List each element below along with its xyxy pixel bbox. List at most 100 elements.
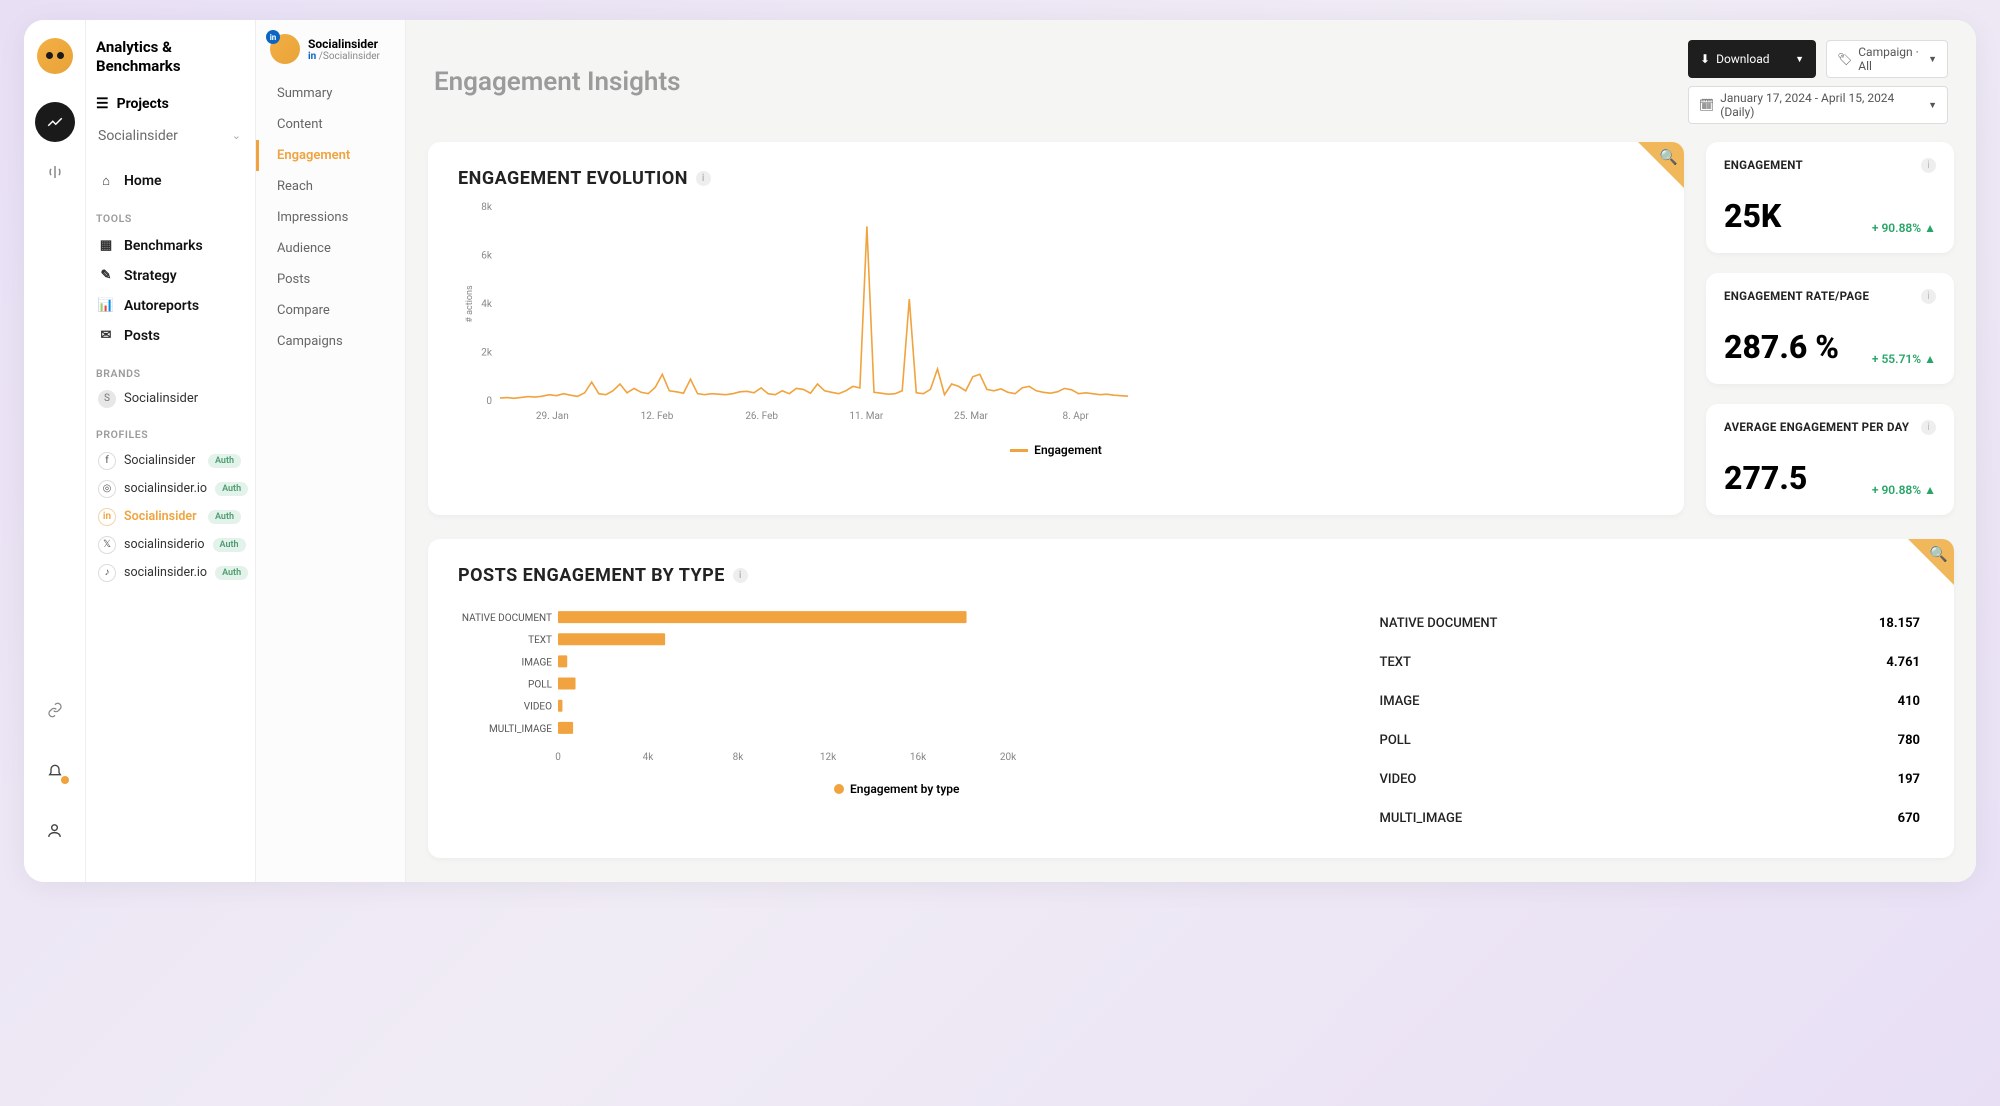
legend-label: Engagement by type (850, 782, 959, 796)
type-value: 670 (1898, 811, 1920, 826)
profile-item[interactable]: ◎socialinsider.ioAuth (96, 475, 243, 503)
nav-strategy-label: Strategy (124, 268, 177, 284)
campaign-label: Campaign · All (1858, 45, 1920, 73)
link-rail-icon[interactable] (37, 692, 73, 728)
secondary-sidebar: in Socialinsider in /Socialinsider Summa… (256, 20, 406, 882)
nav-posts[interactable]: ✉Posts (96, 321, 243, 351)
nav-posts-label: Posts (124, 328, 160, 344)
info-icon[interactable]: i (1921, 289, 1936, 304)
line-chart-legend: Engagement (458, 443, 1654, 457)
svg-text:POLL: POLL (528, 680, 553, 691)
listening-rail-icon[interactable] (35, 152, 75, 192)
analytics-rail-icon[interactable] (35, 102, 75, 142)
info-icon[interactable]: i (1921, 158, 1936, 173)
kpi-delta: + 90.88% ▲ (1872, 483, 1936, 497)
subnav-item-summary[interactable]: Summary (256, 78, 405, 109)
kpi-label: ENGAGEMENT (1724, 158, 1803, 172)
bar-chart: NATIVE DOCUMENTTEXTIMAGEPOLLVIDEOMULTI_I… (458, 600, 1336, 838)
subnav-item-posts[interactable]: Posts (256, 264, 405, 295)
projects-label: Projects (117, 96, 169, 112)
svg-text:8k: 8k (481, 202, 493, 213)
chevron-down-icon: ▼ (1795, 54, 1804, 65)
auth-badge: Auth (213, 538, 246, 552)
nav-strategy[interactable]: ✎Strategy (96, 261, 243, 291)
type-name: POLL (1380, 733, 1411, 748)
chevron-down-icon: ▼ (1928, 100, 1937, 111)
brands-section-label: BRANDS (96, 367, 243, 380)
chevron-down-icon: ▼ (1928, 54, 1937, 65)
brand-item[interactable]: S Socialinsider (96, 386, 243, 412)
auth-badge: Auth (208, 454, 241, 468)
daterange-picker[interactable]: 🗓January 17, 2024 - April 15, 2024 (Dail… (1688, 86, 1948, 124)
download-icon: ⬇ (1700, 52, 1710, 66)
posts-by-type-card: 🔍 POSTS ENGAGEMENT BY TYPE i NATIVE DOCU… (428, 539, 1954, 858)
primary-sidebar: Analytics & Benchmarks ☰ Projects Social… (86, 20, 256, 882)
profile-handle: in /Socialinsider (308, 51, 380, 62)
subnav-item-audience[interactable]: Audience (256, 233, 405, 264)
svg-text:8k: 8k (733, 752, 745, 763)
subnav-item-content[interactable]: Content (256, 109, 405, 140)
nav-home[interactable]: ⌂Home (96, 166, 243, 196)
type-row: MULTI_IMAGE670 (1376, 799, 1924, 838)
card-corner: 🔍 (1638, 142, 1684, 188)
type-value: 410 (1898, 694, 1920, 709)
nav-home-label: Home (124, 173, 162, 189)
subnav-item-impressions[interactable]: Impressions (256, 202, 405, 233)
profile-avatar-icon: in (270, 34, 300, 64)
brand-logo-icon (37, 38, 73, 74)
svg-text:2k: 2k (481, 348, 493, 359)
kpi-engagement-rate: ENGAGEMENT RATE/PAGEi 287.6 %+ 55.71% ▲ (1706, 273, 1954, 384)
auth-badge: Auth (215, 482, 248, 496)
magnify-icon[interactable]: 🔍 (1929, 545, 1948, 563)
svg-text:IMAGE: IMAGE (521, 657, 552, 668)
kpi-label: ENGAGEMENT RATE/PAGE (1724, 289, 1869, 303)
app-title: Analytics & Benchmarks (96, 38, 243, 76)
auth-badge: Auth (215, 566, 248, 580)
svg-text:TEXT: TEXT (528, 635, 552, 646)
legend-swatch (1010, 449, 1028, 452)
type-name: TEXT (1380, 655, 1411, 670)
subnav-item-compare[interactable]: Compare (256, 295, 405, 326)
project-selector[interactable]: Socialinsider ⌄ (96, 122, 243, 150)
type-row: TEXT4.761 (1376, 643, 1924, 682)
account-rail-icon[interactable] (37, 812, 73, 848)
campaign-filter[interactable]: 🏷Campaign · All ▼ (1826, 40, 1948, 78)
svg-text:11. Mar: 11. Mar (849, 411, 884, 422)
notifications-rail-icon[interactable] (37, 752, 73, 788)
header-controls: ⬇Download ▼ 🏷Campaign · All ▼ 🗓January 1… (1688, 40, 1948, 124)
svg-text:# actions: # actions (465, 285, 475, 323)
profile-item[interactable]: ♪socialinsider.ioAuth (96, 559, 243, 587)
subnav-item-campaigns[interactable]: Campaigns (256, 326, 405, 357)
type-name: VIDEO (1380, 772, 1417, 787)
profile-item[interactable]: inSocialinsiderAuth (96, 503, 243, 531)
svg-text:26. Feb: 26. Feb (745, 411, 778, 422)
svg-text:12. Feb: 12. Feb (641, 411, 674, 422)
social-icon: f (98, 452, 116, 470)
info-icon[interactable]: i (1921, 420, 1936, 435)
social-icon: in (98, 508, 116, 526)
auth-badge: Auth (208, 510, 241, 524)
info-icon[interactable]: i (696, 171, 711, 186)
magnify-icon[interactable]: 🔍 (1659, 148, 1678, 166)
kpi-value: 277.5 (1724, 459, 1807, 497)
profile-item[interactable]: 𝕏socialinsiderioAuth (96, 531, 243, 559)
profile-item-name: socialinsider.io (124, 481, 207, 496)
nav-autoreports[interactable]: 📊Autoreports (96, 291, 243, 321)
svg-text:NATIVE DOCUMENT: NATIVE DOCUMENT (462, 613, 552, 624)
kpi-engagement: ENGAGEMENTi 25K+ 90.88% ▲ (1706, 142, 1954, 253)
brand-avatar-icon: S (98, 390, 116, 408)
profile-item[interactable]: fSocialinsiderAuth (96, 447, 243, 475)
download-button[interactable]: ⬇Download ▼ (1688, 40, 1816, 78)
type-row: IMAGE410 (1376, 682, 1924, 721)
nav-benchmarks[interactable]: ▦Benchmarks (96, 231, 243, 261)
profile-header: in Socialinsider in /Socialinsider (256, 34, 405, 78)
subnav-item-engagement[interactable]: Engagement (256, 140, 405, 171)
info-icon[interactable]: i (733, 568, 748, 583)
projects-icon: ☰ (96, 96, 109, 112)
svg-text:0: 0 (555, 752, 561, 763)
subnav-item-reach[interactable]: Reach (256, 171, 405, 202)
benchmarks-icon: ▦ (98, 238, 114, 253)
svg-text:4k: 4k (643, 752, 655, 763)
type-row: NATIVE DOCUMENT18.157 (1376, 604, 1924, 643)
kpi-label: AVERAGE ENGAGEMENT PER DAY (1724, 420, 1909, 434)
